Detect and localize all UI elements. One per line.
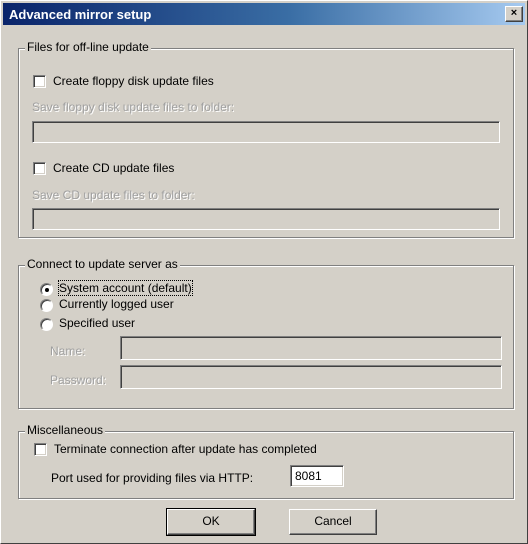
radio-logged-user[interactable] [40,299,53,312]
cd-checkbox-label: Create CD update files [53,161,175,175]
radio-system-account-label: System account (default) [58,280,193,296]
cd-checkbox[interactable] [33,162,46,175]
radio-logged-user-label: Currently logged user [59,297,174,311]
ok-button[interactable]: OK [166,508,256,536]
connect-group: Connect to update server as System accou… [18,257,514,409]
close-icon: × [510,7,518,19]
cd-folder-field[interactable] [32,208,500,230]
floppy-folder-field[interactable] [32,121,500,143]
advanced-mirror-setup-dialog: Advanced mirror setup × Files for off-li… [0,0,528,544]
port-field[interactable]: 8081 [290,465,344,487]
cancel-button[interactable]: Cancel [289,509,377,535]
floppy-checkbox-label: Create floppy disk update files [53,74,214,88]
radio-system-account[interactable] [40,283,53,296]
misc-group: Miscellaneous Terminate connection after… [18,423,514,499]
offline-update-group: Files for off-line update Create floppy … [18,40,514,238]
port-value: 8081 [295,469,322,483]
name-field[interactable] [120,336,502,360]
password-label: Password: [50,373,107,387]
floppy-folder-label: Save floppy disk update files to folder: [32,100,235,114]
title-bar[interactable]: Advanced mirror setup × [3,3,525,25]
port-label: Port used for providing files via HTTP: [51,471,254,485]
connect-group-label: Connect to update server as [25,257,180,271]
radio-specified-user[interactable] [40,318,53,331]
misc-group-label: Miscellaneous [25,423,106,437]
close-button[interactable]: × [505,6,523,22]
floppy-checkbox[interactable] [33,75,46,88]
offline-update-group-label: Files for off-line update [25,40,151,54]
window-title: Advanced mirror setup [9,7,152,22]
cd-folder-label: Save CD update files to folder: [32,188,195,202]
name-label: Name: [50,344,86,358]
terminate-checkbox[interactable] [34,443,47,456]
terminate-checkbox-label: Terminate connection after update has co… [54,442,317,456]
radio-specified-user-label: Specified user [59,316,136,330]
password-field[interactable] [120,365,502,389]
